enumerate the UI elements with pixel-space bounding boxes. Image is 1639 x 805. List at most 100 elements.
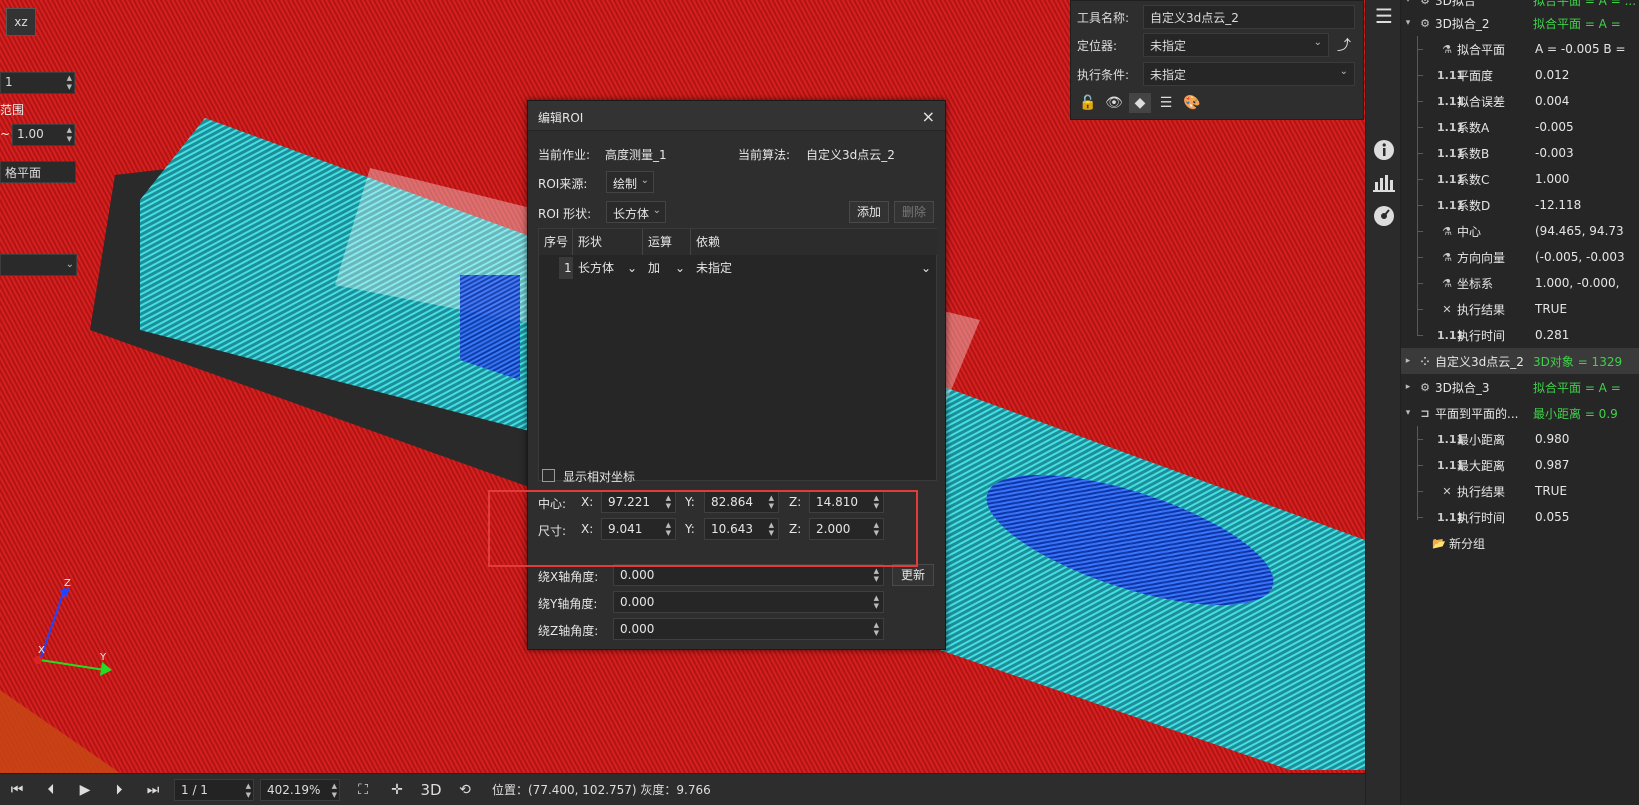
exec-cond-select[interactable]: 未指定 ⌄ xyxy=(1143,62,1355,86)
tree-node-name: 执行时间 xyxy=(1457,328,1506,343)
next-frame-button[interactable]: ⏵ xyxy=(102,774,136,805)
play-button[interactable]: ▶ xyxy=(68,774,102,805)
frame-input[interactable]: 1 / 1 ▲ ▼ xyxy=(174,778,254,801)
tree-node-value: (94.465, 94.73 xyxy=(1535,224,1624,238)
3d-mode-button[interactable]: 3D xyxy=(414,774,448,805)
expand-toggle[interactable]: ▸ xyxy=(1401,356,1415,366)
tree-guide-line xyxy=(1417,36,1418,336)
rot-y-input[interactable]: 0.000 ▲ ▼ xyxy=(613,591,884,613)
skip-back-icon: ⏮ xyxy=(10,781,24,798)
tree-node-name: 系数C xyxy=(1457,172,1490,187)
view-xz-button[interactable]: xz xyxy=(6,8,36,36)
first-frame-button[interactable]: ⏮ xyxy=(0,774,34,805)
range-separator: ~ xyxy=(0,127,11,141)
last-frame-button[interactable]: ⏭ xyxy=(136,774,170,805)
zoom-input[interactable]: 402.19% ▲ ▼ xyxy=(260,778,340,801)
number-icon: 1.11 xyxy=(1437,510,1465,524)
tree-node[interactable]: 1.11 系数C 1.000 xyxy=(1423,166,1639,192)
fit-icon: ⚙ xyxy=(1420,16,1430,30)
tree-node[interactable]: ✕ 执行结果 TRUE xyxy=(1423,296,1639,322)
tree-node-value: 0.987 xyxy=(1535,458,1570,472)
sliders-icon[interactable]: ☰ xyxy=(1370,2,1398,30)
tree-node-value: -12.118 xyxy=(1535,198,1582,212)
left-dropdown[interactable]: ⌄ xyxy=(0,254,77,276)
tree-node-value: 0.055 xyxy=(1535,510,1570,524)
tree-node[interactable]: ✕ 执行结果 TRUE xyxy=(1423,478,1639,504)
tree-node[interactable]: ⚗ 方向向量 (-0.005, -0.003 xyxy=(1423,244,1639,270)
number-icon: 1.11 xyxy=(1437,120,1465,134)
fit-icon: ⚙ xyxy=(1420,380,1430,394)
tree-node-name: 最大距离 xyxy=(1457,458,1506,473)
tree-node[interactable]: ▸ ⁘ 自定义3d点云_2 3D对象 = 1329 xyxy=(1401,348,1639,374)
left-value-input[interactable]: 1 ▲ ▼ xyxy=(0,72,75,94)
tree-node[interactable]: ⚗ 中心 (94.465, 94.73 xyxy=(1423,218,1639,244)
tree-node-value: TRUE xyxy=(1535,484,1568,498)
add-button[interactable]: 添加 xyxy=(849,201,889,223)
dialog-title: 编辑ROI xyxy=(538,111,584,125)
current-algo-label: 当前算法: xyxy=(738,148,791,162)
tool-name-input[interactable]: 自定义3d点云_2 xyxy=(1143,5,1355,29)
plane-select[interactable]: 格平面 xyxy=(0,161,76,183)
row-shape-select[interactable]: 长方体 ⌄ xyxy=(573,257,641,279)
roi-shape-select[interactable]: 长方体 ⌄ xyxy=(606,201,666,223)
rot-z-input[interactable]: 0.000 ▲ ▼ xyxy=(613,618,884,640)
expand-toggle[interactable]: ▾ xyxy=(1401,408,1415,418)
col-header-dep: 依赖 xyxy=(691,229,937,255)
show-relative-checkbox[interactable] xyxy=(542,469,555,482)
chart-icon[interactable] xyxy=(1370,168,1398,196)
expand-toggle[interactable]: ▸ xyxy=(1401,382,1415,392)
roi-shape-label: ROI 形状: xyxy=(538,207,592,221)
tree-node[interactable]: ⚗ 坐标系 1.000, -0.000, xyxy=(1423,270,1639,296)
number-icon: 1.11 xyxy=(1437,328,1465,342)
step-forward-icon: ⏵ xyxy=(115,781,123,798)
tree-node[interactable]: 1.11 系数A -0.005 xyxy=(1423,114,1639,140)
close-icon[interactable]: × xyxy=(922,107,935,126)
unlock-icon[interactable]: 🔓 xyxy=(1077,93,1099,113)
tool-property-panel: 工具名称: 自定义3d点云_2 定位器: 未指定 ⌄ ⤴ 执行条件: 未指定 ⌄ 🔓… xyxy=(1070,0,1364,120)
list-icon[interactable]: ☰ xyxy=(1155,93,1177,113)
tree-guide-line xyxy=(1417,426,1418,520)
tree-node[interactable]: 1.11 最小距离 0.980 xyxy=(1423,426,1639,452)
delete-button[interactable]: 删除 xyxy=(894,201,934,223)
tree-node-value: 0.012 xyxy=(1535,68,1570,82)
row-op-select[interactable]: 加 ⌄ xyxy=(643,257,689,279)
prev-frame-button[interactable]: ⏴ xyxy=(34,774,68,805)
refresh-button[interactable]: ⟲ xyxy=(448,774,482,805)
tree-node[interactable]: ⚗ 拟合平面 A = -0.005 B = xyxy=(1423,36,1639,62)
tree-node-value: 0.281 xyxy=(1535,328,1570,342)
tree-node[interactable]: 1.11 执行时间 0.055 xyxy=(1423,504,1639,530)
gauge-icon[interactable] xyxy=(1370,202,1398,230)
tree-node[interactable]: 1.11 拟合误差 0.004 xyxy=(1423,88,1639,114)
tree-node[interactable]: 1.11 平面度 0.012 xyxy=(1423,62,1639,88)
tree-node[interactable]: ▾ ⚙ 3D拟合_2 拟合平面 = A = xyxy=(1401,10,1639,36)
eye-icon[interactable]: 👁 xyxy=(1103,93,1125,113)
dialog-title-bar[interactable]: 编辑ROI × xyxy=(528,101,945,131)
row-dep-select[interactable]: 未指定 ⌄ xyxy=(691,257,935,279)
number-icon: 1.11 xyxy=(1437,94,1465,108)
axis-y-label: Y xyxy=(100,652,107,663)
current-job-label: 当前作业: xyxy=(538,148,591,162)
tree-node-name: 平面度 xyxy=(1457,68,1494,83)
center-button[interactable]: ✛ xyxy=(380,774,414,805)
tree-node-value: 拟合平面 = A = xyxy=(1533,380,1621,395)
roi-source-select[interactable]: 绘制 ⌄ xyxy=(606,171,654,193)
info-icon[interactable] xyxy=(1370,136,1398,164)
tree-node-value: -0.003 xyxy=(1535,146,1574,160)
locator-link-button[interactable]: ⤴ xyxy=(1337,35,1351,55)
shapes-icon[interactable]: ◆ xyxy=(1129,93,1151,113)
range-max-input[interactable]: 1.00 ▲ ▼ xyxy=(12,124,75,146)
update-button[interactable]: 更新 xyxy=(892,564,934,586)
tree-node[interactable]: ▸ ⚙ 3D拟合_3 拟合平面 = A = xyxy=(1401,374,1639,400)
tree-node[interactable]: ▾ ⊐ 平面到平面的... 最小距离 = 0.9 xyxy=(1401,400,1639,426)
expand-toggle[interactable]: ▾ xyxy=(1401,18,1415,28)
palette-icon[interactable]: 🎨 xyxy=(1181,93,1203,113)
tree-node[interactable]: 1.11 系数D -12.118 xyxy=(1423,192,1639,218)
rot-x-input[interactable]: 0.000 ▲ ▼ xyxy=(613,564,884,586)
locator-select[interactable]: 未指定 ⌄ xyxy=(1143,33,1329,57)
fit-view-button[interactable]: ⛶ xyxy=(346,774,380,805)
tree-node[interactable]: 1.11 最大距离 0.987 xyxy=(1423,452,1639,478)
tree-node[interactable]: 1.11 系数B -0.003 xyxy=(1423,140,1639,166)
tree-node[interactable]: 📂 新分组 xyxy=(1415,530,1639,556)
tree-node[interactable]: 1.11 执行时间 0.281 xyxy=(1423,322,1639,348)
tree-node-value: 1.000 xyxy=(1535,172,1570,186)
